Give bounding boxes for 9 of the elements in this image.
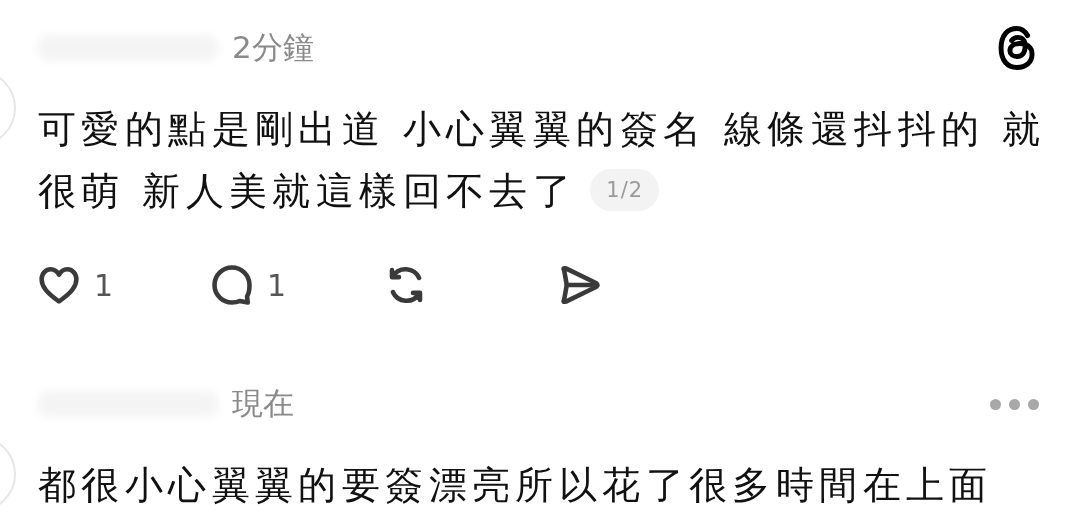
heart-icon[interactable]: [38, 265, 80, 305]
comment-text: 都很小心翼翼的要簽漂亮所以花了很多時間在上面: [38, 462, 994, 509]
comment-icon[interactable]: [211, 264, 253, 306]
post-time: 現在: [232, 384, 294, 423]
post-time: 2分鐘: [232, 28, 314, 67]
action-count: 1: [94, 267, 114, 303]
action-count: 1: [267, 267, 287, 303]
page-badge: 1/2: [590, 168, 660, 211]
comment-text: 可愛的點是剛出道 小心翼翼的簽名 線條還抖抖的 就很萌 新人美就這樣回不去了 1/2: [38, 106, 1047, 215]
